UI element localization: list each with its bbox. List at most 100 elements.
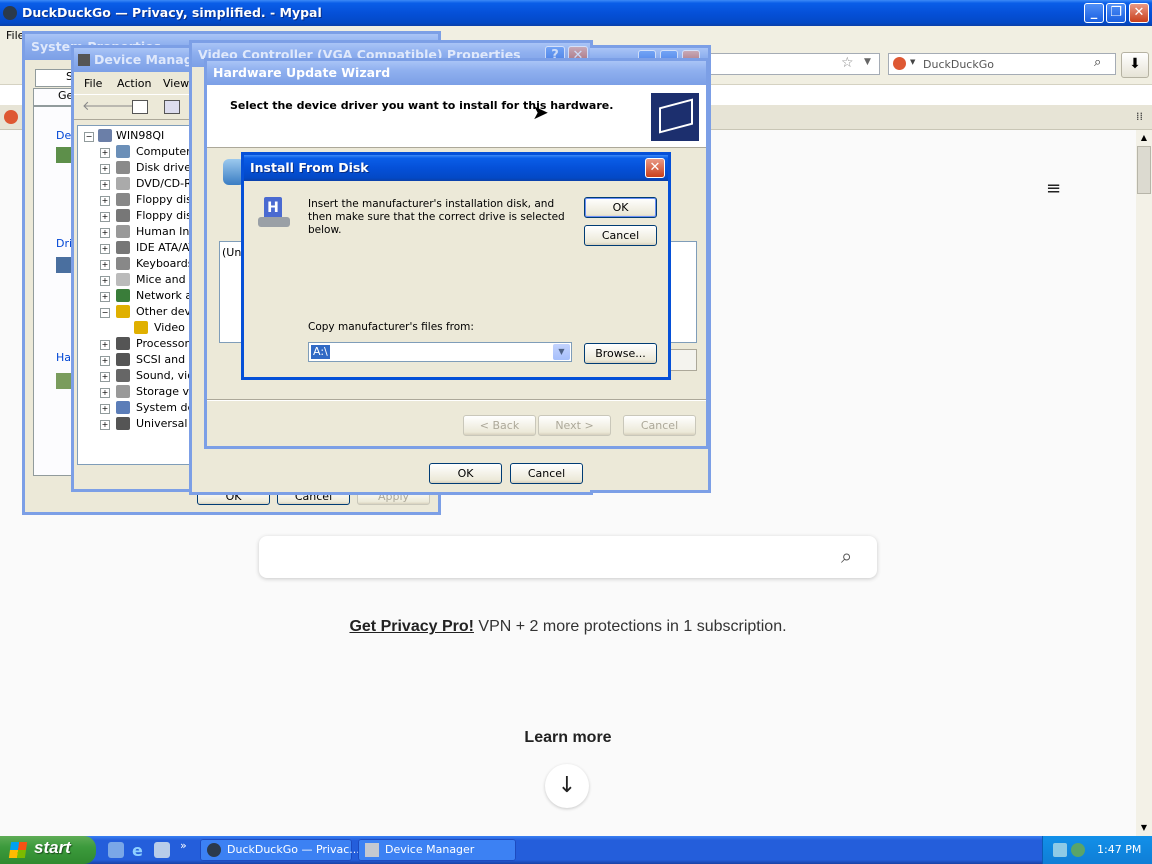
tray-network-icon[interactable]: [1053, 843, 1067, 857]
sysprop-tab-1[interactable]: S: [35, 69, 75, 87]
bookmark-star-icon[interactable]: ☆: [841, 55, 854, 71]
wizard-heading: Select the device driver you want to ins…: [230, 99, 614, 112]
close-button[interactable]: ✕: [1129, 3, 1149, 23]
device-group-icon: [56, 147, 72, 163]
dm-menubar: File Action View: [74, 73, 198, 93]
ifd-path-dropdown-button[interactable]: ▼: [553, 344, 570, 360]
dm-menu-view[interactable]: View: [163, 77, 189, 90]
wizard-title-bar[interactable]: Hardware Update Wizard: [207, 61, 706, 85]
browser-title-bar[interactable]: DuckDuckGo — Privacy, simplified. - Mypa…: [0, 0, 1152, 26]
tree-expand-icon[interactable]: +: [100, 276, 110, 286]
start-button[interactable]: start: [0, 836, 96, 864]
tree-item-label: Computer: [136, 145, 191, 158]
engine-dropdown-icon[interactable]: ▼: [910, 58, 915, 66]
dm-menu-file[interactable]: File: [84, 77, 102, 90]
wizard-have-disk-button-fragment[interactable]: [669, 349, 697, 371]
url-dropdown-icon[interactable]: ▼: [864, 57, 871, 67]
ifd-ok-button[interactable]: OK: [584, 197, 657, 218]
install-from-disk-title: Install From Disk: [250, 160, 369, 175]
arrow-down-icon: ↓: [557, 773, 577, 798]
download-button[interactable]: ⬇: [1121, 52, 1149, 78]
search-go-icon[interactable]: ⌕: [1094, 55, 1101, 70]
device-manager-title-bar[interactable]: Device Manager: [74, 48, 198, 72]
tree-expand-icon[interactable]: +: [100, 388, 110, 398]
tree-expand-icon[interactable]: +: [100, 292, 110, 302]
ifd-browse-label: Browse...: [595, 347, 646, 360]
scroll-up-arrow[interactable]: ▲: [1136, 130, 1152, 146]
quicklaunch-overflow-icon[interactable]: »: [180, 839, 187, 852]
tree-collapse-icon[interactable]: −: [84, 132, 94, 142]
tree-expand-icon[interactable]: +: [100, 244, 110, 254]
tree-expand-icon[interactable]: +: [100, 340, 110, 350]
wizard-next-button[interactable]: Next >: [538, 415, 611, 436]
ifd-path-combobox[interactable]: A:\ ▼: [308, 342, 572, 362]
tab-overflow-icon[interactable]: ⁞⁞: [1136, 110, 1143, 123]
ifd-cancel-button[interactable]: Cancel: [584, 225, 657, 246]
dm-menu-action[interactable]: Action: [117, 77, 151, 90]
ifd-path-value[interactable]: A:\: [311, 345, 330, 359]
wizard-cancel-button[interactable]: Cancel: [623, 415, 696, 436]
tree-expand-icon[interactable]: +: [100, 212, 110, 222]
ifd-ok-label: OK: [612, 201, 629, 214]
quicklaunch-media-icon[interactable]: [154, 842, 170, 858]
task-device-manager-label: Device Manager: [385, 843, 475, 856]
drivers-group-icon: [56, 257, 72, 273]
device-category-icon: [116, 369, 130, 382]
tree-expand-icon[interactable]: +: [100, 372, 110, 382]
tree-expand-icon[interactable]: +: [100, 196, 110, 206]
system-tray: 1:47 PM: [1042, 836, 1152, 864]
ifd-close-button[interactable]: ✕: [645, 158, 665, 178]
learn-more-arrow-button[interactable]: ↓: [545, 764, 589, 808]
task-button-browser[interactable]: DuckDuckGo — Privac...: [200, 839, 360, 861]
tree-expand-icon[interactable]: +: [100, 228, 110, 238]
vc-ok-button[interactable]: OK: [429, 463, 502, 484]
tab-favicon[interactable]: [4, 110, 18, 124]
tree-expand-icon[interactable]: +: [100, 180, 110, 190]
minimize-button[interactable]: _: [1084, 3, 1104, 23]
scroll-down-arrow[interactable]: ▼: [1136, 820, 1152, 836]
tray-clock[interactable]: 1:47 PM: [1097, 843, 1141, 856]
device-category-icon: [116, 241, 130, 254]
scroll-thumb[interactable]: [1137, 146, 1151, 194]
install-from-disk-title-bar[interactable]: Install From Disk: [244, 155, 668, 181]
quicklaunch-ie-icon[interactable]: e: [132, 841, 143, 860]
device-manager-window: Device Manager File Action View 🡐 🡒 − WIN…: [71, 45, 201, 492]
url-bar[interactable]: ☆ ▼: [700, 53, 880, 75]
tree-expand-icon[interactable]: +: [100, 420, 110, 430]
restore-button[interactable]: ❐: [1106, 3, 1126, 23]
tree-expand-icon[interactable]: +: [100, 356, 110, 366]
tree-item-label: Processors: [136, 337, 195, 350]
ifd-browse-button[interactable]: Browse...: [584, 343, 657, 364]
hamburger-menu-icon[interactable]: ≡: [1046, 178, 1061, 199]
tree-collapse-icon[interactable]: −: [100, 308, 110, 318]
chevron-down-icon: ▼: [558, 347, 565, 356]
browser-title: DuckDuckGo — Privacy, simplified. - Mypa…: [22, 5, 322, 20]
page-scrollbar[interactable]: ▲ ▼: [1136, 130, 1152, 836]
wizard-title: Hardware Update Wizard: [213, 65, 391, 80]
wizard-back-button[interactable]: < Back: [463, 415, 536, 436]
device-category-icon: [116, 209, 130, 222]
device-category-icon: [116, 337, 130, 350]
device-category-icon: [116, 177, 130, 190]
browser-app-icon: [3, 6, 17, 20]
ddg-search-input[interactable]: [271, 546, 835, 570]
vc-cancel-button[interactable]: Cancel: [510, 463, 583, 484]
task-device-manager-icon: [365, 843, 379, 857]
properties-icon[interactable]: [164, 100, 180, 114]
show-hide-tree-icon[interactable]: [132, 100, 148, 114]
tray-security-icon[interactable]: [1071, 843, 1085, 857]
privacy-pro-link[interactable]: Get Privacy Pro!: [349, 618, 474, 635]
task-button-device-manager[interactable]: Device Manager: [358, 839, 516, 861]
ddg-engine-icon[interactable]: [893, 57, 906, 70]
tree-expand-icon[interactable]: +: [100, 164, 110, 174]
quicklaunch-show-desktop-icon[interactable]: [108, 842, 124, 858]
ifd-cancel-label: Cancel: [601, 229, 640, 242]
tree-item-label: Disk drives: [136, 161, 197, 174]
search-bar[interactable]: ▼ DuckDuckGo ⌕: [888, 53, 1116, 75]
ddg-search-icon[interactable]: ⌕: [841, 544, 852, 568]
wizard-header: Select the device driver you want to ins…: [207, 85, 706, 148]
ddg-search-box[interactable]: ⌕: [259, 536, 877, 578]
tree-expand-icon[interactable]: +: [100, 404, 110, 414]
tree-expand-icon[interactable]: +: [100, 148, 110, 158]
tree-expand-icon[interactable]: +: [100, 260, 110, 270]
